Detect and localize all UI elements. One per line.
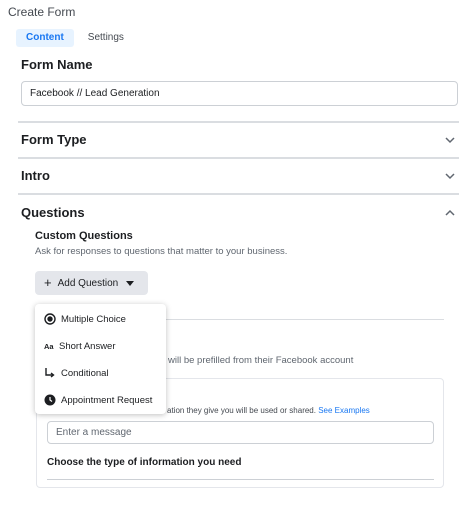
questions-header[interactable]: Questions [21, 205, 85, 220]
form-name-input[interactable]: Facebook // Lead Generation [21, 81, 458, 106]
chevron-down-icon[interactable] [443, 169, 457, 183]
menu-item-conditional[interactable]: Conditional [35, 360, 166, 386]
tab-bar: Content Settings [16, 29, 134, 47]
plus-icon: + [44, 275, 52, 290]
privacy-text: ation they give you will be used or shar… [167, 406, 316, 415]
add-question-label: Add Question [57, 277, 119, 289]
menu-item-label: Conditional [61, 367, 109, 379]
page-title: Create Form [8, 5, 76, 19]
message-input[interactable]: Enter a message [47, 421, 434, 444]
section-divider [18, 121, 459, 123]
info-type-label: Choose the type of information you need [47, 457, 242, 468]
intro-header[interactable]: Intro [21, 168, 50, 183]
caret-down-icon [126, 280, 135, 286]
tab-settings[interactable]: Settings [78, 29, 134, 47]
menu-item-label: Appointment Request [61, 394, 153, 406]
form-name-label: Form Name [21, 57, 93, 72]
custom-questions-title: Custom Questions [35, 230, 133, 242]
chevron-down-icon[interactable] [443, 133, 457, 147]
menu-item-appointment-request[interactable]: Appointment Request [35, 387, 166, 413]
content-divider [165, 319, 444, 320]
menu-item-label: Short Answer [59, 340, 116, 352]
text-aa-icon: Aa [44, 340, 56, 352]
prefill-notice: will be prefilled from their Facebook ac… [168, 355, 354, 366]
question-type-menu: Multiple Choice Aa Short Answer Conditio… [35, 304, 166, 414]
clock-icon [44, 394, 56, 406]
menu-item-label: Multiple Choice [61, 313, 126, 325]
tab-content[interactable]: Content [16, 29, 74, 47]
info-type-select[interactable] [47, 479, 434, 489]
branch-arrow-icon [44, 367, 56, 379]
menu-item-short-answer[interactable]: Aa Short Answer [35, 333, 166, 359]
radio-selected-icon [44, 313, 56, 325]
section-divider [18, 193, 459, 195]
section-divider [18, 157, 459, 159]
chevron-up-icon[interactable] [443, 206, 457, 220]
privacy-notice: ation they give you will be used or shar… [167, 406, 370, 415]
svg-text:Aa: Aa [44, 342, 54, 351]
see-examples-link[interactable]: See Examples [318, 406, 370, 415]
add-question-button[interactable]: + Add Question [35, 271, 148, 295]
form-type-header[interactable]: Form Type [21, 132, 87, 147]
menu-item-multiple-choice[interactable]: Multiple Choice [35, 306, 166, 332]
custom-questions-description: Ask for responses to questions that matt… [35, 246, 288, 257]
